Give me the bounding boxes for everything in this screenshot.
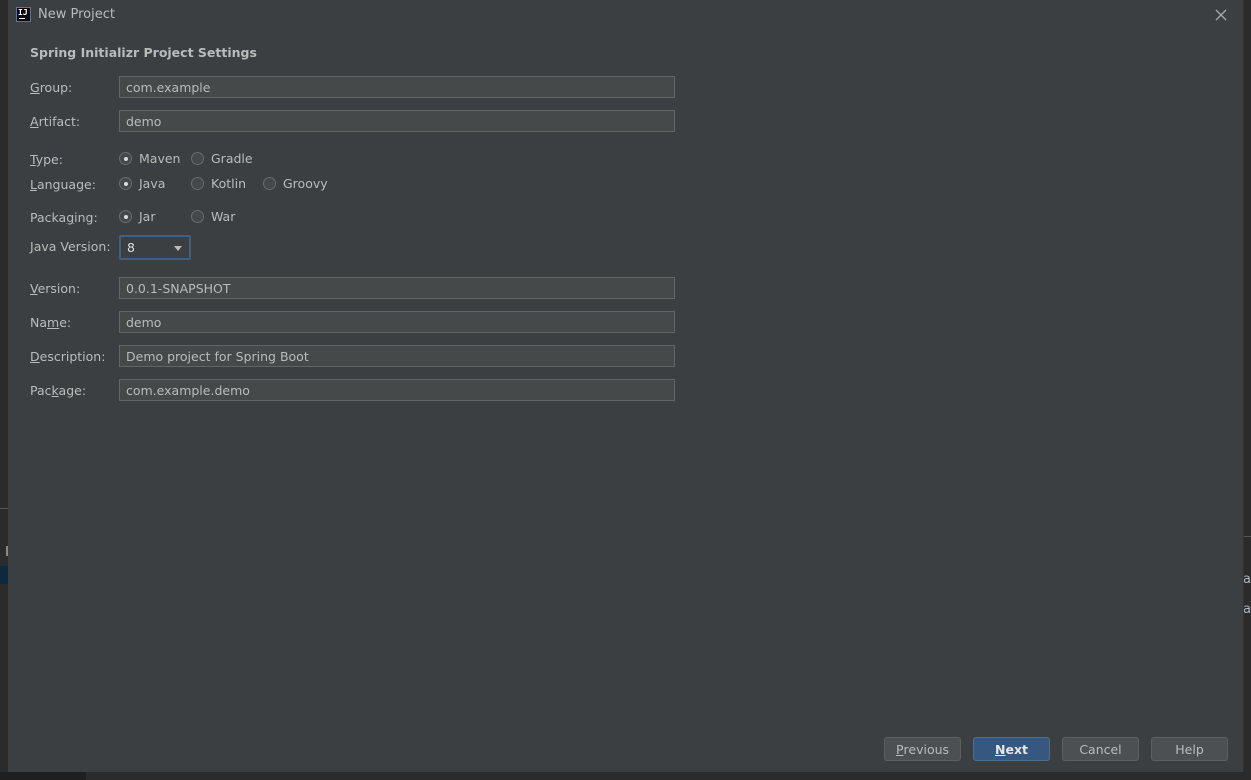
radio-unselected-icon bbox=[191, 152, 204, 165]
dialog-titlebar: IJ New Project bbox=[8, 0, 1243, 30]
language-option-java[interactable]: Java bbox=[119, 176, 165, 191]
intellij-logo-icon: IJ bbox=[16, 7, 31, 22]
option-label: Groovy bbox=[283, 176, 328, 191]
option-label: Java bbox=[139, 176, 166, 191]
description-field[interactable] bbox=[119, 345, 675, 367]
version-field[interactable] bbox=[119, 277, 675, 299]
option-label: War bbox=[211, 209, 236, 224]
radio-selected-icon bbox=[119, 210, 132, 223]
radio-unselected-icon bbox=[191, 210, 204, 223]
description-label: Description: bbox=[30, 349, 106, 364]
type-label: Type: bbox=[30, 152, 63, 167]
packaging-option-jar[interactable]: Jar bbox=[119, 209, 156, 224]
package-label: Package: bbox=[30, 383, 87, 398]
language-option-groovy[interactable]: Groovy bbox=[263, 176, 328, 191]
java-version-dropdown[interactable]: 8 bbox=[119, 235, 191, 260]
package-field[interactable] bbox=[119, 379, 675, 401]
radio-selected-icon bbox=[119, 177, 132, 190]
option-label: Maven bbox=[139, 151, 181, 166]
artifact-label: Artifact: bbox=[30, 114, 81, 129]
radio-unselected-icon bbox=[191, 177, 204, 190]
java-version-label: Java Version: bbox=[30, 239, 111, 254]
type-option-maven[interactable]: Maven bbox=[119, 151, 180, 166]
group-label: Group: bbox=[30, 80, 73, 95]
background-selected-row bbox=[0, 566, 8, 584]
cancel-button[interactable]: Cancel bbox=[1062, 737, 1139, 761]
packaging-option-war[interactable]: War bbox=[191, 209, 235, 224]
background-ide-bottom bbox=[0, 772, 1251, 780]
chevron-down-icon bbox=[174, 246, 182, 251]
background-divider bbox=[1243, 536, 1251, 537]
type-option-gradle[interactable]: Gradle bbox=[191, 151, 253, 166]
background-divider bbox=[0, 508, 8, 509]
group-field[interactable] bbox=[119, 76, 675, 98]
language-label: Language: bbox=[30, 177, 96, 192]
java-version-value: 8 bbox=[127, 240, 135, 255]
next-button[interactable]: Next bbox=[973, 737, 1050, 761]
option-label: Jar bbox=[139, 209, 156, 224]
language-option-kotlin[interactable]: Kotlin bbox=[191, 176, 246, 191]
close-icon bbox=[1215, 9, 1227, 21]
previous-button[interactable]: Previous bbox=[884, 737, 961, 761]
background-ide-left bbox=[0, 0, 8, 780]
radio-selected-icon bbox=[119, 152, 132, 165]
option-label: Kotlin bbox=[211, 176, 246, 191]
name-field[interactable] bbox=[119, 311, 675, 333]
help-button[interactable]: Help bbox=[1151, 737, 1228, 761]
close-button[interactable] bbox=[1211, 5, 1231, 25]
section-title: Spring Initializr Project Settings bbox=[30, 45, 257, 60]
background-text: aS bbox=[1243, 602, 1251, 617]
version-label: Version: bbox=[30, 281, 81, 296]
new-project-dialog: IJ New Project Spring Initializr Project… bbox=[8, 0, 1244, 772]
radio-unselected-icon bbox=[263, 177, 276, 190]
name-label: Name: bbox=[30, 315, 72, 330]
packaging-label: Packaging: bbox=[30, 210, 98, 225]
background-status-bar bbox=[0, 772, 86, 780]
dialog-title: New Project bbox=[38, 7, 115, 22]
artifact-field[interactable] bbox=[119, 110, 675, 132]
background-text: at bbox=[1243, 572, 1251, 587]
background-ide-right: at aS bbox=[1243, 0, 1251, 780]
option-label: Gradle bbox=[211, 151, 253, 166]
